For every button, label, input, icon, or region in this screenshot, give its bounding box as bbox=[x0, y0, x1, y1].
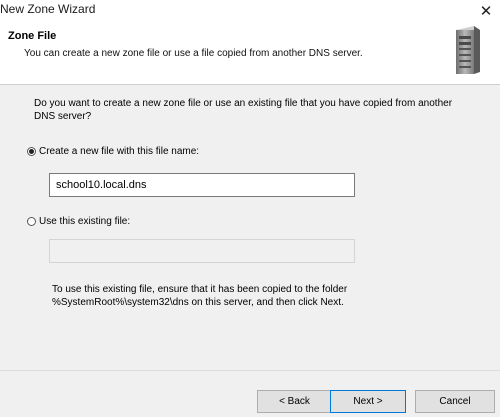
radio-create-new-file[interactable]: Create a new file with this file name: bbox=[27, 146, 199, 157]
close-icon: ✕ bbox=[479, 3, 493, 20]
wizard-footer: < Back Next > Cancel bbox=[0, 370, 500, 417]
existing-file-input bbox=[49, 239, 355, 263]
radio-use-existing-file[interactable]: Use this existing file: bbox=[27, 216, 130, 227]
existing-file-note: To use this existing file, ensure that i… bbox=[52, 284, 348, 308]
server-icon bbox=[456, 26, 480, 74]
window-title: New Zone Wizard bbox=[0, 2, 96, 16]
radio-button-unchecked[interactable] bbox=[27, 217, 36, 226]
radio-label-create-new: Create a new file with this file name: bbox=[39, 146, 200, 157]
question-text: Do you want to create a new zone file or… bbox=[34, 98, 453, 122]
wizard-body: Do you want to create a new zone file or… bbox=[0, 85, 500, 370]
radio-button-checked[interactable] bbox=[27, 147, 36, 156]
title-bar: New Zone Wizard ✕ bbox=[0, 0, 500, 22]
close-button[interactable]: ✕ bbox=[472, 0, 500, 22]
new-file-name-input[interactable] bbox=[49, 173, 355, 197]
wizard-header: Zone File You can create a new zone file… bbox=[0, 22, 500, 82]
radio-label-use-existing: Use this existing file: bbox=[39, 216, 131, 227]
cancel-button[interactable]: Cancel bbox=[415, 390, 495, 413]
next-button[interactable]: Next > bbox=[330, 390, 406, 413]
page-subtitle: You can create a new zone file or use a … bbox=[24, 48, 363, 59]
page-title: Zone File bbox=[8, 30, 57, 42]
back-button[interactable]: < Back bbox=[257, 390, 332, 413]
